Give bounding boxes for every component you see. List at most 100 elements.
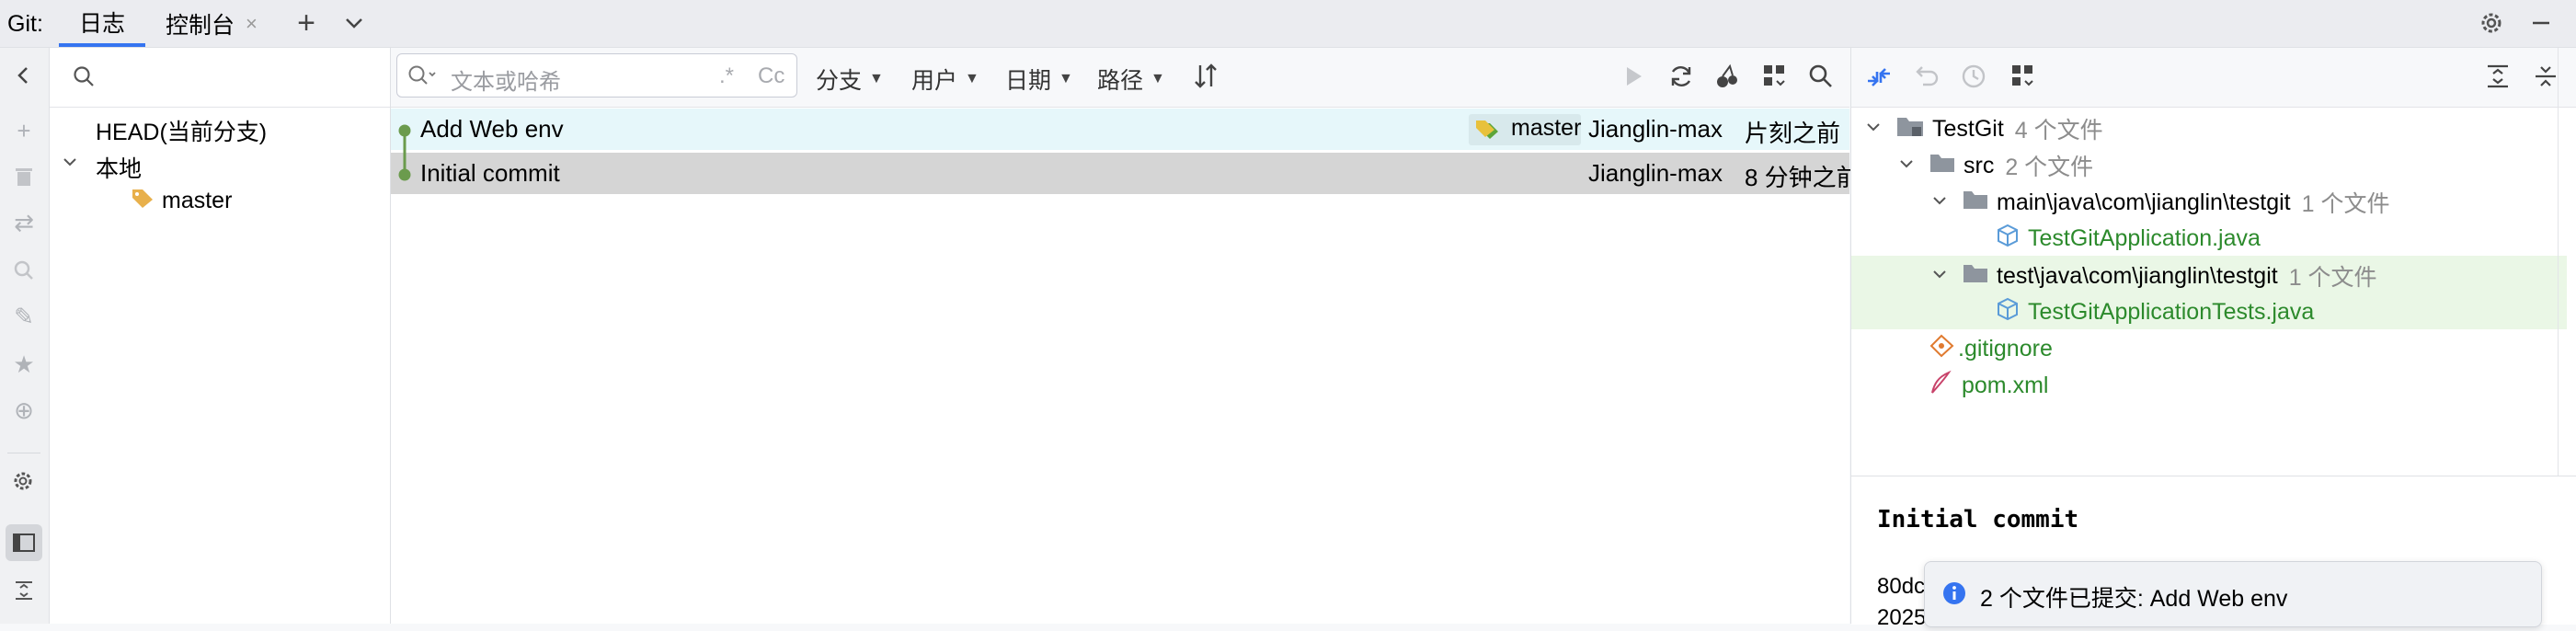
commit-graph: [398, 124, 411, 181]
delete-icon[interactable]: [9, 162, 39, 191]
filter-user-label: 用户: [911, 68, 958, 94]
filter-path-label: 路径: [1097, 68, 1144, 94]
search-icon[interactable]: [1807, 63, 1835, 95]
local-branches-node[interactable]: 本地: [96, 151, 142, 184]
new-branch-icon[interactable]: +: [9, 116, 39, 145]
commit-row[interactable]: Add Web env master Jianglin-max 片刻之前: [391, 109, 1849, 150]
filter-user[interactable]: 用户 ▼: [911, 63, 979, 96]
java-class-icon: [1995, 296, 2021, 328]
commit-date: 8 分钟之前: [1745, 164, 1860, 191]
left-vertical-toolbar: + ⇄ ✎ ★ ⊕: [0, 48, 50, 624]
grid-options-icon[interactable]: [2009, 63, 2037, 95]
search-icon[interactable]: [9, 256, 39, 285]
tree-file-gitignore[interactable]: .gitignore: [1929, 333, 2053, 365]
tab-console-label: 控制台: [166, 12, 235, 39]
commit-date: 片刻之前: [1745, 120, 1841, 147]
module-folder-icon: [1895, 114, 1925, 144]
target-icon[interactable]: ⊕: [9, 396, 39, 425]
tree-file-pom[interactable]: pom.xml: [1929, 370, 2048, 402]
gear-icon[interactable]: [2476, 7, 2507, 39]
tab-log[interactable]: 日志: [59, 0, 145, 47]
info-icon: [1941, 580, 1967, 611]
tree-file-test-java[interactable]: TestGitApplicationTests.java: [1995, 296, 2314, 328]
chevron-down-icon[interactable]: [1897, 155, 1916, 178]
revert-icon[interactable]: [1912, 63, 1940, 95]
settings-icon[interactable]: [9, 467, 39, 497]
head-branch-node[interactable]: HEAD(当前分支): [96, 114, 267, 147]
tree-folder-test-label: test\java\com\jianglin\testgit: [1997, 262, 2278, 289]
tree-root-node[interactable]: TestGit 4 个文件: [1895, 112, 2103, 145]
tree-folder-main-count: 1 个文件: [2301, 191, 2390, 217]
compare-icon[interactable]: ⇄: [9, 208, 39, 237]
grid-options-icon[interactable]: [1761, 63, 1789, 95]
layout-toggle-icon[interactable]: [6, 524, 42, 561]
match-case-toggle-icon[interactable]: Cc: [758, 63, 784, 89]
tree-folder-main[interactable]: main\java\com\jianglin\testgit 1 个文件: [1962, 186, 2389, 219]
commit-datetime: 2025: [1877, 605, 1927, 630]
close-icon[interactable]: ×: [246, 12, 258, 36]
commit-author: Jianglin-max: [1588, 115, 1723, 143]
collapse-panel-icon[interactable]: [9, 61, 39, 90]
tree-folder-test-count: 1 个文件: [2288, 265, 2377, 291]
commit-hash[interactable]: 80dc: [1877, 574, 1925, 600]
chevron-down-icon[interactable]: [1930, 265, 1949, 288]
maven-icon: [1929, 370, 1954, 402]
log-toolbar: 文本或哈希 .* Cc 分支 ▼ 用户 ▼ 日期 ▼ 路径 ▼: [391, 48, 1849, 108]
merge-icon[interactable]: [1864, 63, 1894, 97]
notification-balloon[interactable]: 2 个文件已提交: Add Web env: [1924, 561, 2542, 627]
expand-all-icon[interactable]: [2484, 63, 2512, 95]
filter-path[interactable]: 路径 ▼: [1097, 63, 1165, 96]
chevron-down-icon[interactable]: [61, 153, 79, 176]
commit-row[interactable]: Initial commit Jianglin-max 8 分钟之前: [391, 153, 1860, 194]
tab-console[interactable]: 控制台 ×: [166, 0, 258, 47]
filter-date-label: 日期: [1005, 68, 1052, 94]
refresh-icon[interactable]: [1667, 63, 1695, 95]
gitignore-icon: [1929, 333, 1956, 365]
tag-icon: [1474, 118, 1502, 148]
filter-date[interactable]: 日期 ▼: [1005, 63, 1073, 96]
branch-tag-label: master: [1511, 115, 1582, 141]
branch-search-field[interactable]: [50, 48, 390, 108]
commit-message: Add Web env: [420, 115, 564, 143]
star-icon[interactable]: ★: [9, 350, 39, 379]
java-class-icon: [1995, 223, 2021, 255]
scrollbar-track[interactable]: [2558, 48, 2559, 476]
minimize-icon[interactable]: [2525, 7, 2557, 39]
regex-toggle-icon[interactable]: .*: [719, 63, 734, 89]
add-tab-icon[interactable]: +: [291, 6, 322, 40]
cherry-pick-icon[interactable]: [1620, 63, 1647, 95]
cherry-icon[interactable]: [1713, 63, 1741, 95]
filter-branch-label: 分支: [816, 68, 863, 94]
tree-file-main-java[interactable]: TestGitApplication.java: [1995, 223, 2261, 255]
tree-file-gitignore-label: .gitignore: [1958, 336, 2053, 361]
caret-down-icon: ▼: [1151, 71, 1165, 86]
tree-root-label: TestGit: [1932, 115, 2004, 142]
folder-icon: [1929, 152, 1956, 180]
tool-window-title: Git:: [7, 11, 43, 37]
graph-node: [398, 168, 411, 181]
chevron-down-icon[interactable]: [1864, 118, 1883, 141]
caret-down-icon: ▼: [965, 71, 979, 86]
chevron-down-icon[interactable]: [1930, 191, 1949, 214]
search-placeholder: 文本或哈希: [451, 70, 561, 95]
folder-icon: [1962, 189, 1989, 217]
branch-master[interactable]: master: [162, 188, 232, 214]
history-icon[interactable]: [1960, 63, 1987, 95]
edit-icon[interactable]: ✎: [9, 302, 39, 331]
changed-files-panel: TestGit 4 个文件 src 2 个文件 main\java\com\ji…: [1850, 48, 2576, 630]
chevron-down-icon[interactable]: [338, 7, 370, 39]
expand-all-icon[interactable]: [9, 576, 39, 605]
tree-file-test-java-label: TestGitApplicationTests.java: [2028, 299, 2315, 325]
search-options-icon[interactable]: [406, 63, 438, 92]
sort-icon[interactable]: [1193, 63, 1222, 95]
folder-icon: [1962, 262, 1989, 291]
tree-folder-test[interactable]: test\java\com\jianglin\testgit 1 个文件: [1962, 259, 2377, 293]
tree-file-main-java-label: TestGitApplication.java: [2028, 225, 2261, 251]
collapse-all-icon[interactable]: [2532, 63, 2559, 95]
tree-folder-src[interactable]: src 2 个文件: [1929, 149, 2093, 182]
filter-branch[interactable]: 分支 ▼: [816, 63, 884, 96]
commit-details-title: Initial commit: [1877, 506, 2079, 533]
branch-tag-badge: master: [1469, 114, 1581, 145]
caret-down-icon: ▼: [1059, 71, 1073, 86]
commit-search-input[interactable]: 文本或哈希 .* Cc: [396, 53, 797, 98]
